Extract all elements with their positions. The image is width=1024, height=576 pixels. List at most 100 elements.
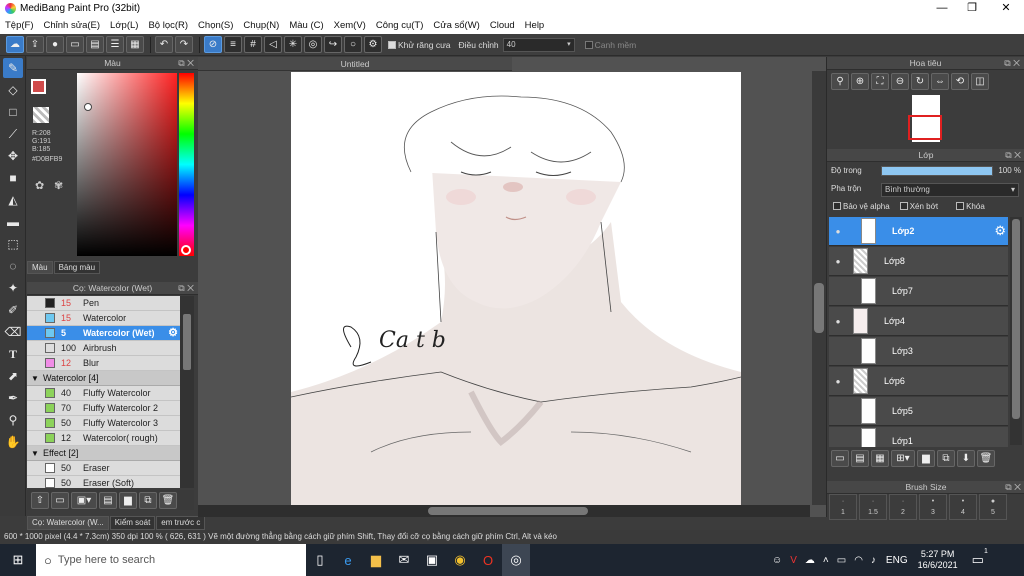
layer-row[interactable]: ● Lớp6	[829, 367, 1008, 396]
menu-help[interactable]: Help	[520, 20, 550, 31]
layer-row[interactable]: ● Lớp8	[829, 247, 1008, 276]
layer-row[interactable]: Lớp7	[829, 277, 1008, 306]
eraser-tool-icon[interactable]: ◇	[3, 80, 23, 100]
visibility-icon[interactable]: ●	[829, 227, 847, 236]
menu-view[interactable]: Xem(V)	[329, 20, 371, 31]
protect-alpha-toggle[interactable]: Bảo vệ alpha	[833, 202, 890, 212]
brush-size-option[interactable]: · 2	[889, 494, 917, 520]
comment-icon[interactable]: ▭	[66, 36, 84, 53]
hue-slider-handle[interactable]	[181, 245, 191, 255]
scrollbar-thumb[interactable]	[428, 507, 588, 515]
color-picker-cursor[interactable]	[84, 103, 92, 111]
visibility-icon[interactable]: ●	[829, 257, 847, 266]
folder-icon[interactable]: ▆	[119, 491, 137, 509]
move-tool-icon[interactable]: ✥	[3, 146, 23, 166]
chat-icon[interactable]: ●	[46, 36, 64, 53]
menu-layer[interactable]: Lớp(L)	[105, 20, 143, 31]
scrollbar-thumb[interactable]	[814, 283, 824, 333]
store-icon[interactable]: ▣	[418, 544, 446, 576]
windows-start-icon[interactable]: ⊞	[0, 544, 36, 576]
antialias-checkbox[interactable]	[388, 40, 396, 49]
file-explorer-icon[interactable]: ▆	[362, 544, 390, 576]
opera-icon[interactable]: O	[474, 544, 502, 576]
navigator-viewport[interactable]	[908, 115, 942, 140]
tab-control[interactable]: Kiểm soát	[109, 516, 156, 530]
clip-checkbox[interactable]	[899, 202, 908, 210]
notification-icon[interactable]: ▭ 1	[972, 548, 988, 568]
magic-wand-tool-icon[interactable]: ✦	[3, 278, 23, 298]
brush-item[interactable]: 50 Fluffy Watercolor 3	[27, 416, 180, 431]
drawing-canvas[interactable]: Ca t b	[291, 72, 741, 513]
brush-size-option[interactable]: ● 5	[979, 494, 1007, 520]
fill-rect-tool-icon[interactable]: ■	[3, 168, 23, 188]
merge-layer-icon[interactable]: ⬇	[957, 449, 975, 467]
brush-item[interactable]: 40 Fluffy Watercolor	[27, 386, 180, 401]
brush-item[interactable]: 100 Airbrush	[27, 341, 180, 356]
lasso-tool-icon[interactable]: ◌	[3, 256, 23, 276]
delete-icon[interactable]: 🗑	[159, 491, 177, 509]
palette-icon[interactable]: ✿	[35, 179, 44, 192]
line-tool-icon[interactable]: ⟋	[3, 124, 23, 144]
crisscross-snap-icon[interactable]: #	[244, 36, 262, 53]
cloud-sync-icon[interactable]: ☁	[805, 555, 815, 566]
tab-preview[interactable]: em trước c	[156, 516, 206, 530]
add-brush-icon[interactable]: ⇧	[31, 491, 49, 509]
protect-alpha-checkbox[interactable]	[833, 202, 841, 210]
panel-close-icon[interactable]: ⧉ ✕	[178, 282, 194, 295]
new-layer-icon[interactable]: ▭	[831, 449, 849, 467]
language-indicator[interactable]: ENG	[886, 555, 908, 566]
reset-rotate-icon[interactable]: ⟲	[951, 72, 969, 90]
soft-edge-toggle[interactable]: Canh mềm	[584, 40, 636, 50]
layer-row[interactable]: ● Lớp4	[829, 307, 1008, 336]
opacity-slider[interactable]	[881, 166, 993, 176]
text-tool-icon[interactable]: T	[3, 344, 23, 364]
gradient-tool-icon[interactable]: ▬	[3, 212, 23, 232]
add-menu-icon[interactable]: ▣▾	[71, 491, 97, 509]
select-pen-tool-icon[interactable]: ✐	[3, 300, 23, 320]
layer-row[interactable]: Lớp3	[829, 337, 1008, 366]
new-halftone-layer-icon[interactable]: ▤	[851, 449, 869, 467]
tab-color[interactable]: Màu	[27, 261, 53, 274]
canvas-horizontal-scrollbar[interactable]	[198, 505, 810, 517]
new-8bit-layer-icon[interactable]: ▦	[871, 449, 889, 467]
brush-item[interactable]: 12 Watercolor( rough)	[27, 431, 180, 446]
vanishing-point-icon[interactable]: ◁	[264, 36, 282, 53]
layer-row[interactable]: Lớp5	[829, 397, 1008, 426]
tab-palette[interactable]: Bảng màu	[53, 261, 101, 274]
antialias-toggle[interactable]: Khử răng cưa	[388, 40, 451, 50]
bucket-tool-icon[interactable]: ◭	[3, 190, 23, 210]
circle-snap-icon[interactable]: ◎	[304, 36, 322, 53]
rectangle-tool-icon[interactable]: □	[3, 102, 23, 122]
document-tab[interactable]: Untitled	[198, 57, 512, 71]
edge-browser-icon[interactable]: e	[334, 544, 362, 576]
dropper-tool-icon[interactable]: ✒	[3, 388, 23, 408]
snap-settings-icon[interactable]: ⚙	[364, 36, 382, 53]
panel-close-icon[interactable]: ⧉ ✕	[1005, 149, 1021, 162]
brush-item[interactable]: 15 Watercolor	[27, 311, 180, 326]
select-eraser-tool-icon[interactable]: ⌫	[3, 322, 23, 342]
ellipse-snap-icon[interactable]: ○	[344, 36, 362, 53]
lock-toggle[interactable]: Khóa	[956, 202, 985, 212]
mail-icon[interactable]: ✉	[390, 544, 418, 576]
snap-off-icon[interactable]: ⊘	[204, 36, 222, 53]
close-button[interactable]: ✕	[990, 0, 1022, 17]
new-brush-icon[interactable]: ▭	[51, 491, 69, 509]
chevron-up-icon[interactable]: ˄	[823, 555, 829, 566]
hue-slider[interactable]	[179, 73, 194, 256]
blend-mode-select[interactable]: Bình thường ▾	[881, 183, 1019, 197]
transparent-color-swatch[interactable]	[33, 107, 49, 123]
menu-filter[interactable]: Bộ lọc(R)	[143, 20, 193, 31]
zoom-out-icon[interactable]: ⊖	[891, 72, 909, 90]
layer-list-scrollbar[interactable]	[1010, 217, 1022, 445]
people-icon[interactable]: ☺	[772, 555, 782, 566]
brush-size-option[interactable]: · 1	[829, 494, 857, 520]
wifi-icon[interactable]: ◠	[854, 555, 863, 566]
brush-group-header[interactable]: ▼ Effect [2]	[27, 446, 180, 461]
volume-icon[interactable]: ♪	[871, 555, 876, 566]
clip-toggle[interactable]: Xén bớt	[899, 202, 938, 212]
scrollbar-thumb[interactable]	[1012, 219, 1020, 419]
scrollbar-thumb[interactable]	[183, 314, 191, 370]
taskbar-search-box[interactable]: ○ Type here to search	[36, 544, 306, 576]
canvas-vertical-scrollbar[interactable]	[812, 71, 826, 505]
layer-row-selected[interactable]: ● Lớp2 ⚙	[829, 217, 1008, 246]
